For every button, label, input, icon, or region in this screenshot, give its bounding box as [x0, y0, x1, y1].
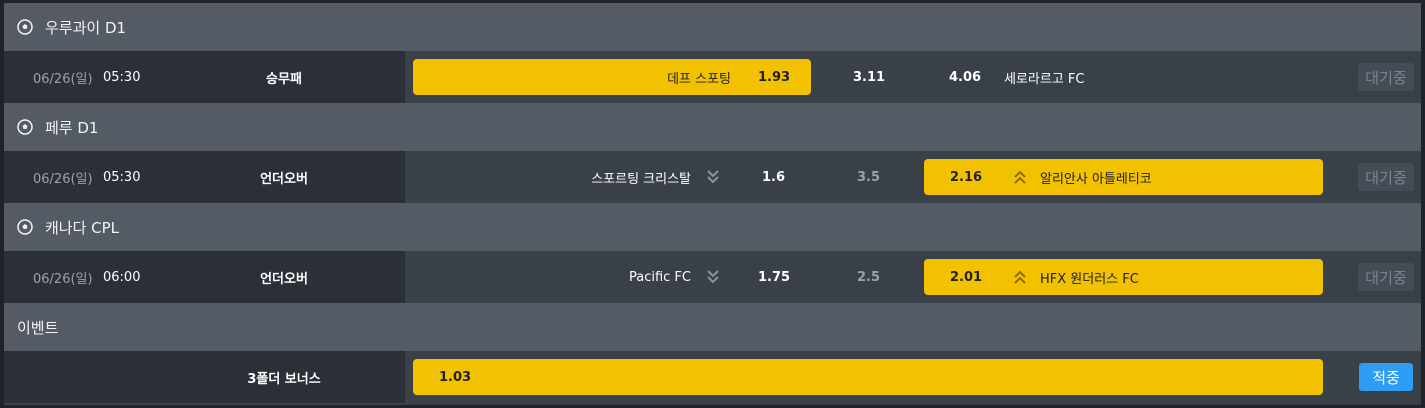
away-odd[interactable]: 4.06	[949, 51, 981, 103]
event-title: 이벤트	[17, 318, 59, 337]
match-time: 06:00	[103, 269, 141, 285]
soccer-ball-icon	[17, 219, 33, 235]
double-chevron-down-icon	[707, 170, 719, 184]
match-row: 06/26(일) 05:30 승무패 데프 스포팅 1.93 3.11 4.06…	[4, 51, 1421, 103]
double-chevron-up-icon	[1014, 170, 1026, 184]
under-odd[interactable]: 1.6	[762, 151, 785, 203]
away-team-name: HFX 원더러스 FC	[1040, 271, 1139, 287]
home-odd[interactable]: 1.93	[758, 51, 790, 103]
status-badge-waiting: 대기중	[1358, 63, 1414, 91]
match-date: 06/26(일)	[33, 271, 93, 287]
league-header-canada: 캐나다 CPL	[4, 203, 1421, 251]
status-badge-waiting: 대기중	[1358, 163, 1414, 191]
over-odd[interactable]: 2.16	[950, 151, 982, 203]
match-info: 06/26(일) 05:30 언더오버	[4, 151, 405, 203]
handicap-line: 2.5	[857, 269, 881, 285]
under-odd[interactable]: 1.75	[758, 251, 790, 303]
away-team-name: 알리안사 아틀레티코	[1040, 171, 1152, 187]
home-team-name: 데프 스포팅	[667, 71, 731, 87]
bonus-option[interactable]	[413, 359, 1323, 395]
market-type: 승무패	[266, 71, 302, 87]
event-market: 3폴더 보너스	[247, 371, 321, 387]
match-row: 06/26(일) 06:00 언더오버 Pacific FC 1.75 2.5 …	[4, 251, 1421, 303]
league-header-uruguay: 우루과이 D1	[4, 3, 1421, 51]
bet-button[interactable]: 적중	[1359, 363, 1413, 391]
market-type: 언더오버	[260, 271, 308, 287]
over-odd[interactable]: 2.01	[950, 251, 982, 303]
home-team-name[interactable]: Pacific FC	[629, 251, 691, 303]
league-name: 페루 D1	[45, 118, 99, 137]
league-name: 캐나다 CPL	[45, 218, 120, 237]
league-name: 우루과이 D1	[45, 18, 127, 37]
market-type: 언더오버	[260, 171, 308, 187]
handicap-line: 3.5	[857, 169, 881, 185]
match-info: 06/26(일) 05:30 승무패	[4, 51, 405, 103]
away-team-name[interactable]: 세로라르고 FC	[1004, 51, 1085, 103]
event-header: 이벤트	[4, 303, 1421, 351]
match-time: 05:30	[103, 69, 141, 85]
home-win-option[interactable]	[413, 59, 811, 95]
league-header-peru: 페루 D1	[4, 103, 1421, 151]
draw-odd[interactable]: 3.11	[853, 51, 885, 103]
home-team-name[interactable]: 스포르팅 크리스탈	[591, 151, 691, 203]
match-row: 06/26(일) 05:30 언더오버 스포르팅 크리스탈 1.6 3.5 2.…	[4, 151, 1421, 203]
status-badge-waiting: 대기중	[1358, 263, 1414, 291]
bonus-odd[interactable]: 1.03	[439, 351, 471, 403]
soccer-ball-icon	[17, 19, 33, 35]
double-chevron-up-icon	[1014, 270, 1026, 284]
match-date: 06/26(일)	[33, 71, 93, 87]
double-chevron-down-icon	[707, 270, 719, 284]
match-date: 06/26(일)	[33, 171, 93, 187]
event-row: 3폴더 보너스 1.03 적중	[4, 351, 1421, 403]
event-info: 3폴더 보너스	[4, 351, 405, 403]
soccer-ball-icon	[17, 119, 33, 135]
match-time: 05:30	[103, 169, 141, 185]
match-info: 06/26(일) 06:00 언더오버	[4, 251, 405, 303]
